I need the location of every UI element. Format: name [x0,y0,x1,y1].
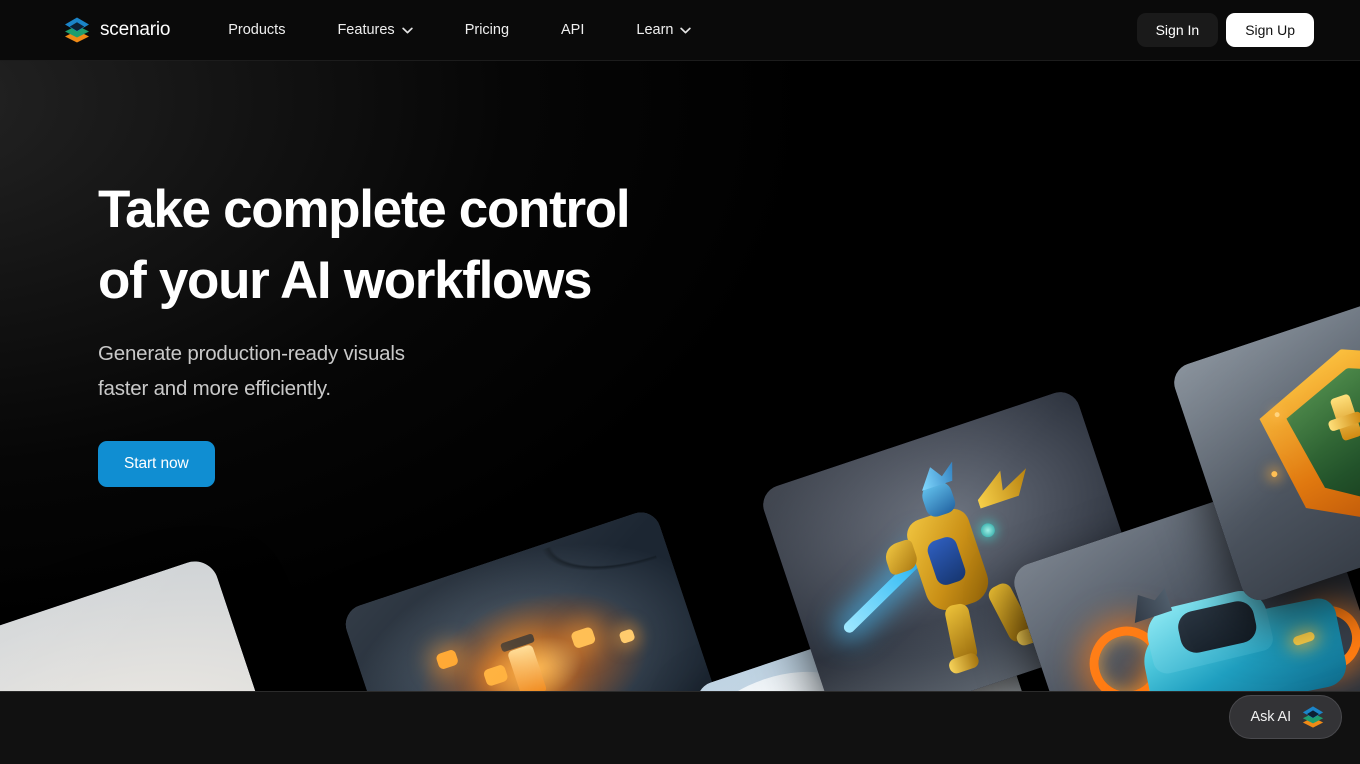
chevron-down-icon [680,27,692,33]
start-now-button[interactable]: Start now [98,441,215,487]
gallery-card-redsail[interactable] [0,555,290,691]
nav-label-learn: Learn [636,22,674,38]
brand-logo-link[interactable]: scenario [64,17,170,43]
scenario-diamond-logo-icon [1302,706,1324,728]
nav-label-features: Features [337,22,395,38]
hero-section: Take complete control of your AI workflo… [0,61,1360,691]
page-bottom-bar [0,691,1360,764]
hero-copy: Take complete control of your AI workflo… [98,174,631,487]
nav-label-products: Products [228,22,286,38]
ask-ai-label: Ask AI [1250,709,1292,725]
auth-actions: Sign In Sign Up [1136,13,1314,47]
site-header: scenario Products Features Pricing API L… [0,0,1360,61]
ask-ai-button[interactable]: Ask AI [1228,695,1342,739]
sign-up-button[interactable]: Sign Up [1226,13,1314,47]
sign-in-button[interactable]: Sign In [1136,13,1219,47]
nav-label-api: API [561,22,585,38]
brand-name: scenario [100,19,171,40]
nav-item-api[interactable]: API [561,16,584,44]
nav-item-products[interactable]: Products [228,16,285,44]
scenario-diamond-logo-icon [64,17,90,43]
hero-subheadline: Generate production-ready visuals faster… [98,342,405,400]
page-title: Take complete control of your AI workflo… [98,180,631,310]
nav-item-features[interactable]: Features [337,16,413,44]
chevron-down-icon [401,27,413,33]
nav-label-pricing: Pricing [464,22,510,38]
gallery-card-lantern[interactable] [340,507,734,691]
nav-item-learn[interactable]: Learn [636,16,692,44]
card-art-lantern [340,507,734,691]
card-art-redsail [0,555,290,691]
primary-nav: Products Features Pricing API Learn [228,16,692,44]
nav-item-pricing[interactable]: Pricing [465,16,509,44]
